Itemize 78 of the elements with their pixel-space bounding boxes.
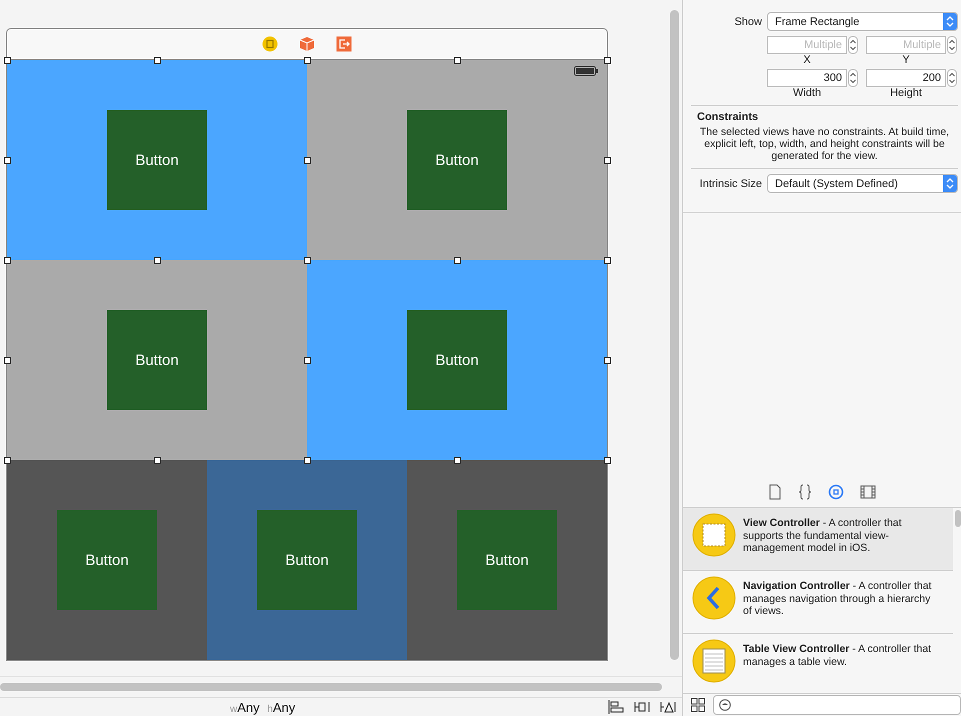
size-field[interactable]: 200: [866, 69, 946, 87]
table-view-icon: [692, 639, 736, 683]
resize-handle[interactable]: [304, 57, 311, 64]
position-field[interactable]: Multiple: [866, 36, 946, 54]
library-item[interactable]: Navigation Controller - A controller that manages navigation through a hierarchy of views.: [683, 571, 953, 634]
view-panel[interactable]: Button: [207, 460, 407, 660]
resize-handle[interactable]: [154, 457, 161, 464]
intrinsic-size-label: Intrinsic Size: [698, 178, 762, 190]
view-controller-icon: [692, 513, 736, 557]
view-panel[interactable]: Button: [7, 60, 307, 260]
object-icon[interactable]: [828, 484, 844, 500]
resize-handle[interactable]: [4, 457, 11, 464]
field-label: Y: [901, 54, 911, 66]
intrinsic-size-dropdown[interactable]: Default (System Defined): [767, 174, 958, 193]
stepper-icon[interactable]: [848, 36, 858, 54]
position-field[interactable]: Multiple: [767, 36, 847, 54]
resize-handle[interactable]: [454, 57, 461, 64]
grid-view-icon[interactable]: [691, 698, 705, 712]
scene-button[interactable]: Button: [107, 110, 207, 210]
size-field[interactable]: 300: [767, 69, 847, 87]
scene-button[interactable]: Button: [457, 510, 557, 610]
resize-handle[interactable]: [604, 257, 611, 264]
field-label: Width: [792, 87, 822, 99]
resize-handle[interactable]: [604, 157, 611, 164]
library-scrollbar[interactable]: [955, 510, 961, 527]
scene-button[interactable]: Button: [57, 510, 157, 610]
resize-handle[interactable]: [154, 57, 161, 64]
align-icon[interactable]: [608, 700, 624, 714]
resize-handle[interactable]: [304, 457, 311, 464]
stepper-icon[interactable]: [848, 69, 858, 87]
updown-arrows-icon: [946, 178, 954, 189]
resolve-icon[interactable]: [660, 700, 676, 714]
back-chevron-icon: [692, 576, 736, 620]
show-label: Show: [733, 16, 762, 28]
resize-handle[interactable]: [304, 157, 311, 164]
library-item-description: Navigation Controller - A controller that manages navigation through a hierarchy of views.: [743, 580, 932, 618]
show-dropdown[interactable]: Frame Rectangle: [767, 12, 958, 31]
resize-handle[interactable]: [4, 57, 11, 64]
library-item[interactable]: View Controller - A controller that supports the fundamental view-management model in iOS.: [683, 508, 953, 571]
film-icon[interactable]: [860, 485, 876, 499]
constraints-note: The selected views have no constraints. At build time, explicit left, top, width, and height constraints will be generated for the view.: [698, 126, 950, 162]
library-item-description: Table View Controller - A controller that manages a table view.: [743, 643, 932, 668]
updown-arrows-icon: [946, 16, 954, 27]
field-label: X: [802, 54, 812, 66]
resize-handle[interactable]: [4, 257, 11, 264]
exit-icon[interactable]: [336, 36, 352, 52]
pin-icon[interactable]: [634, 700, 650, 714]
filter-icon: [719, 699, 731, 711]
resize-handle[interactable]: [154, 257, 161, 264]
view-panel[interactable]: Button: [7, 460, 207, 660]
resize-handle[interactable]: [304, 257, 311, 264]
resize-handle[interactable]: [604, 457, 611, 464]
scene-button[interactable]: Button: [107, 310, 207, 410]
resize-handle[interactable]: [604, 57, 611, 64]
resize-handle[interactable]: [604, 357, 611, 364]
stepper-icon[interactable]: [947, 36, 957, 54]
stepper-icon[interactable]: [947, 69, 957, 87]
field-label: Height: [889, 87, 923, 99]
view-controller-icon[interactable]: [262, 36, 278, 52]
battery-icon: [574, 66, 598, 76]
resize-handle[interactable]: [304, 357, 311, 364]
cube-icon[interactable]: [299, 36, 315, 52]
resize-handle[interactable]: [454, 257, 461, 264]
size-class-button[interactable]: wAny hAny: [230, 700, 296, 714]
scene-button[interactable]: Button: [257, 510, 357, 610]
horizontal-scrollbar[interactable]: [0, 683, 662, 691]
vertical-scrollbar[interactable]: [670, 10, 679, 660]
resize-handle[interactable]: [4, 357, 11, 364]
braces-icon[interactable]: [798, 484, 812, 500]
resize-handle[interactable]: [454, 457, 461, 464]
library-item-description: View Controller - A controller that supports the fundamental view-management model in iOS.: [743, 517, 903, 554]
scene-button[interactable]: Button: [407, 310, 507, 410]
file-icon[interactable]: [768, 484, 782, 500]
filter-field[interactable]: [713, 695, 961, 715]
resize-handle[interactable]: [4, 157, 11, 164]
view-panel[interactable]: Button: [407, 460, 607, 660]
scene-button[interactable]: Button: [407, 110, 507, 210]
section-title: Constraints: [697, 111, 760, 123]
